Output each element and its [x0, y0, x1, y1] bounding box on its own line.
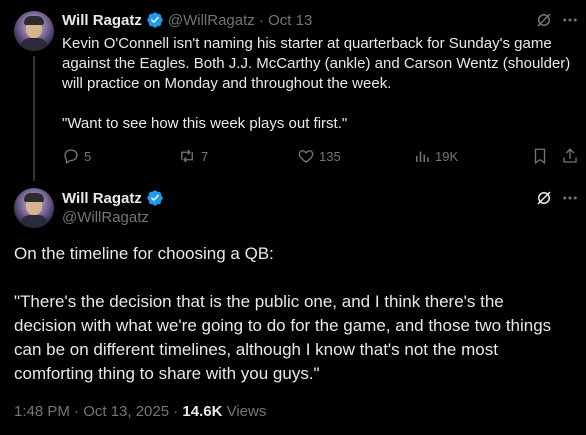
- tweet-timestamp: 1:48 PM · Oct 13, 2025 · 14.6K Views: [14, 403, 266, 420]
- tweet1-text: Kevin O'Connell isn't naming his starter…: [62, 34, 577, 134]
- handle-and-date[interactable]: @WillRagatz · Oct 13: [168, 12, 312, 29]
- verified-badge-icon: [146, 189, 164, 207]
- repost-count: 7: [201, 148, 209, 164]
- tweet2-text: On the timeline for choosing a QB: "Ther…: [14, 242, 580, 386]
- tweet2-header: Will Ragatz: [62, 189, 164, 207]
- reply-icon: [62, 147, 80, 165]
- repost-icon: [177, 147, 197, 165]
- views-count: 19K: [435, 148, 459, 164]
- timestamp[interactable]: 1:48 PM · Oct 13, 2025 ·: [14, 403, 182, 420]
- author-name[interactable]: Will Ragatz: [62, 190, 142, 207]
- share-icon[interactable]: [561, 147, 579, 165]
- avatar[interactable]: [14, 11, 54, 51]
- verified-badge-icon: [146, 11, 164, 29]
- tweet-text-line: will practice on Monday and throughout t…: [62, 75, 392, 92]
- repost-button[interactable]: 7: [177, 147, 208, 165]
- handle[interactable]: @WillRagatz: [62, 209, 149, 226]
- tweet-text-line: On the timeline for choosing a QB:: [14, 244, 274, 263]
- tweet-text-line: "Want to see how this week plays out fir…: [62, 115, 348, 132]
- reply-count: 5: [84, 148, 92, 164]
- like-button[interactable]: 135: [297, 147, 341, 165]
- author-name[interactable]: Will Ragatz: [62, 12, 142, 29]
- views-button[interactable]: 19K: [413, 147, 458, 165]
- views-label: Views: [222, 403, 267, 420]
- tweet-text-line: [62, 94, 577, 114]
- thread-line: [33, 56, 35, 181]
- more-icon[interactable]: [561, 189, 579, 207]
- view-count: 14.6K: [182, 403, 223, 420]
- tweet-text-line: can be on different timelines, although …: [14, 340, 498, 359]
- more-icon[interactable]: [561, 11, 579, 29]
- tweet1-header: Will Ragatz @WillRagatz · Oct 13: [62, 11, 312, 29]
- like-count: 135: [319, 148, 341, 164]
- avatar[interactable]: [14, 188, 54, 228]
- bookmark-icon[interactable]: [531, 147, 549, 165]
- grok-icon[interactable]: [535, 189, 553, 207]
- grok-icon[interactable]: [535, 11, 553, 29]
- tweet-text-line: "There's the decision that is the public…: [14, 292, 504, 311]
- views-icon: [413, 147, 431, 165]
- tweet-text-line: against the Eagles. Both J.J. McCarthy (…: [62, 55, 571, 72]
- tweet-text-line: decision with what we're going to do for…: [14, 316, 552, 335]
- tweet-text-line: Kevin O'Connell isn't naming his starter…: [62, 35, 552, 52]
- tweet-text-line: comforting thing to share with you guys.…: [14, 364, 320, 383]
- like-icon: [297, 147, 315, 165]
- reply-button[interactable]: 5: [62, 147, 91, 165]
